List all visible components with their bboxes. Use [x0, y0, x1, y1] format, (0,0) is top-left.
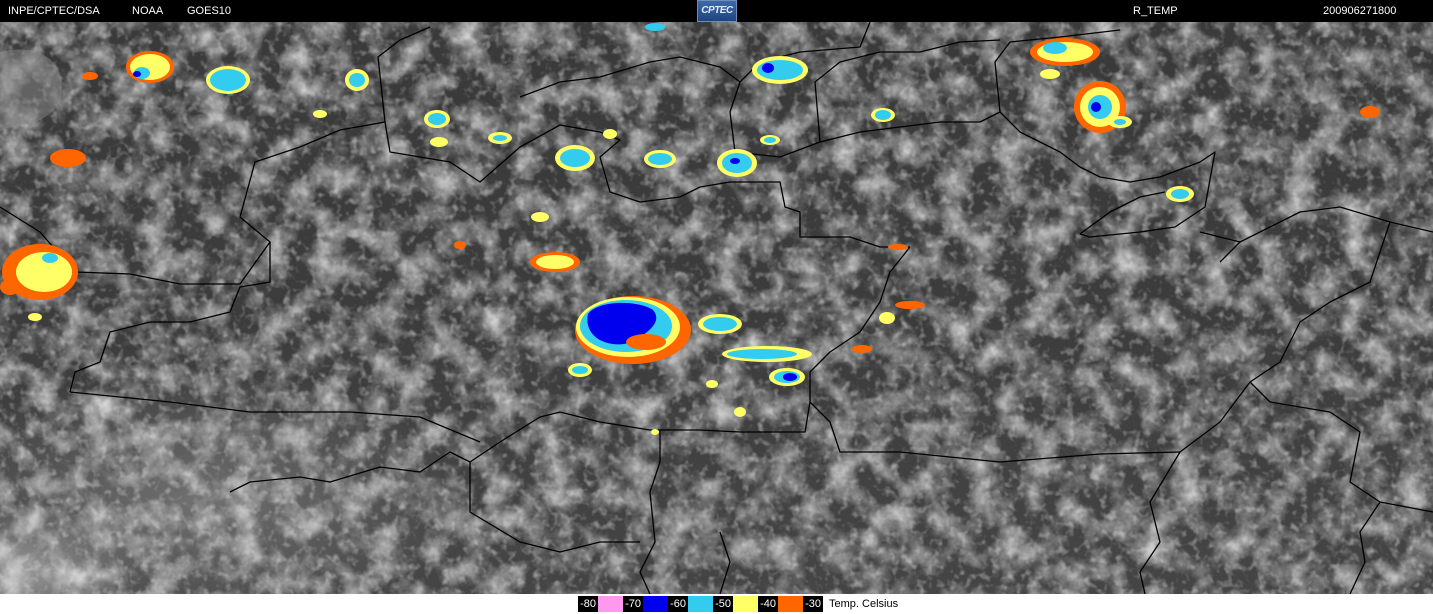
- satellite-label: GOES10: [187, 5, 232, 17]
- legend-label: -60: [668, 596, 688, 612]
- legend-label: -30: [803, 596, 823, 612]
- header-bar: INPE/CPTEC/DSA NOAA GOES10 CPTEC R_TEMP …: [0, 0, 1433, 22]
- legend-swatch: [598, 596, 623, 612]
- legend-label: -80: [578, 596, 598, 612]
- agency-label: NOAA: [132, 5, 164, 17]
- legend-label: -50: [713, 596, 733, 612]
- cloud-speckle: [0, 22, 1433, 594]
- legend-swatch: [643, 596, 668, 612]
- satellite-map: [0, 22, 1433, 594]
- legend-row: -80 -70 -60 -50 -40 -30 Temp. Celsius: [578, 596, 898, 612]
- cptec-logo: CPTEC: [697, 0, 737, 22]
- product-label: R_TEMP: [1133, 5, 1178, 17]
- legend-label: -40: [758, 596, 778, 612]
- source-label: INPE/CPTEC/DSA: [8, 5, 100, 17]
- temperature-legend: -80 -70 -60 -50 -40 -30 Temp. Celsius: [0, 594, 1433, 614]
- legend-swatch: [778, 596, 803, 612]
- legend-unit: Temp. Celsius: [829, 598, 899, 610]
- datetime-label: 200906271800: [1323, 5, 1397, 17]
- legend-label: -70: [623, 596, 643, 612]
- legend-swatch: [733, 596, 758, 612]
- legend-swatch: [688, 596, 713, 612]
